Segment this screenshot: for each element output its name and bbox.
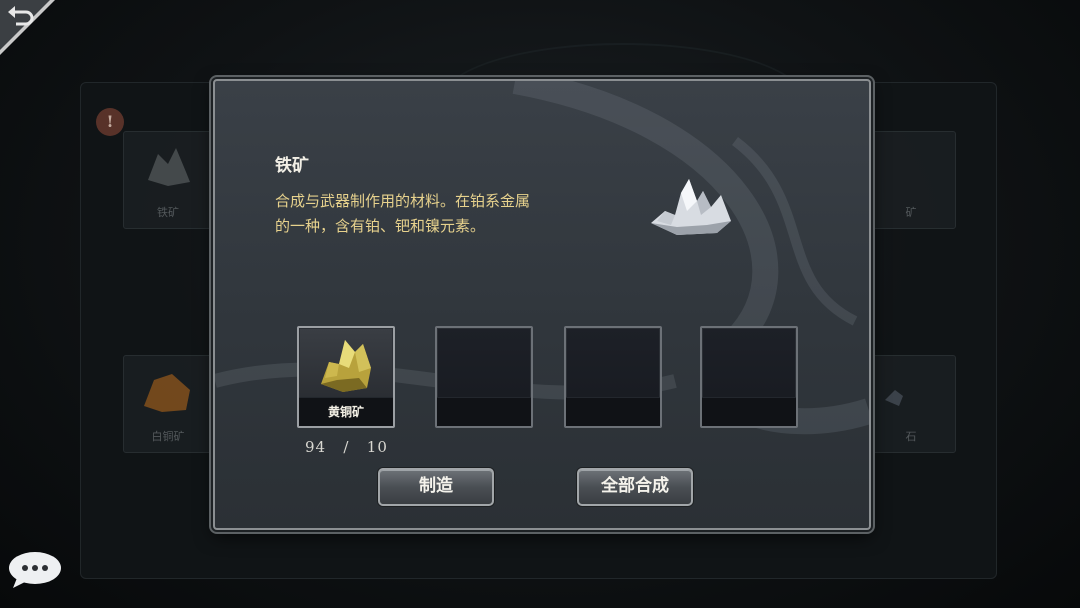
alert-badge: ! <box>96 108 124 136</box>
background-slot-label: 石 <box>905 430 917 443</box>
item-description: 合成与武器制作用的材料。在铂系金属 的一种，含有铂、钯和镍元素。 <box>275 189 575 239</box>
slot-footer <box>566 397 660 426</box>
copper-ore-icon <box>144 374 190 412</box>
item-detail-dialog: 铁矿 合成与武器制作用的材料。在铂系金属 的一种，含有铂、钯和镍元素。 黄铜矿 <box>213 79 871 530</box>
background-slot-right-top: 矿 <box>866 131 956 229</box>
material-slot-4[interactable] <box>700 326 798 428</box>
brass-ore-icon <box>321 340 371 392</box>
back-arrow-icon <box>0 0 55 55</box>
background-slot-label: 铁矿 <box>157 206 179 219</box>
iron-ore-icon <box>651 179 731 235</box>
material-slot-1[interactable]: 黄铜矿 <box>297 326 395 428</box>
slot-footer <box>702 397 796 426</box>
iron-ore-icon <box>148 148 190 186</box>
material-name: 黄铜矿 <box>327 405 364 419</box>
background-slot-label: 白铜矿 <box>151 430 185 443</box>
material-count-need: 10 <box>366 438 388 456</box>
decorative-swirl <box>215 81 869 435</box>
craft-button[interactable]: 制造 <box>378 468 494 506</box>
slot-footer <box>437 397 531 426</box>
stone-icon <box>885 390 903 406</box>
material-counter: 94 / 10 <box>305 438 388 456</box>
item-description-line: 合成与武器制作用的材料。在铂系金属 <box>275 192 531 210</box>
material-count-separator: / <box>343 438 350 456</box>
material-slot-2[interactable] <box>435 326 533 428</box>
chat-button[interactable] <box>7 550 63 590</box>
background-slot-right-bottom: 石 <box>866 355 956 453</box>
item-description-line: 的一种，含有铂、钯和镍元素。 <box>275 217 486 235</box>
combine-all-button[interactable]: 全部合成 <box>577 468 693 506</box>
back-button[interactable] <box>0 0 60 60</box>
background-slot-label: 矿 <box>905 206 917 219</box>
material-count-have: 94 <box>305 438 327 456</box>
background-slot-iron: 铁矿 <box>123 131 213 229</box>
chat-bubble-icon <box>9 552 61 588</box>
material-slot-3[interactable] <box>564 326 662 428</box>
background-slot-copper: 白铜矿 <box>123 355 213 453</box>
item-title: 铁矿 <box>275 156 309 176</box>
game-screen: 铁矿 矿 白铜矿 石 ! 铁矿 合成与武器制作用的材料。在铂系金属 的一种，含有… <box>0 0 1080 608</box>
